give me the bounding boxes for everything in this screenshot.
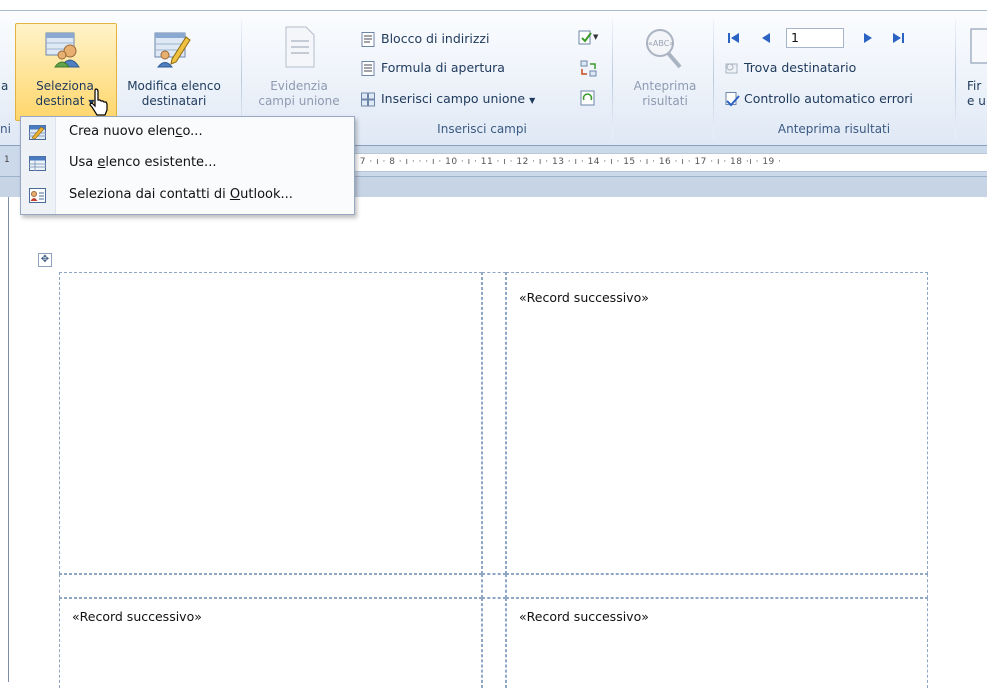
group-separator [713, 20, 714, 138]
select-recipients-icon [44, 29, 84, 69]
insert-merge-field-icon [361, 92, 375, 107]
label-cell[interactable] [59, 272, 482, 574]
find-recipient-button[interactable]: Trova destinatario [724, 57, 856, 79]
preview-results-button[interactable]: Anteprima risultati [620, 79, 710, 109]
greeting-line-button[interactable]: Formula di apertura [361, 57, 505, 79]
group-label-preview-results: Anteprima risultati [777, 122, 891, 136]
label-cell[interactable] [506, 272, 928, 574]
previous-record-icon[interactable] [760, 31, 772, 45]
update-labels-icon[interactable] [580, 90, 596, 106]
spacer-cell [482, 598, 506, 688]
address-block-icon [361, 32, 375, 47]
finish-merge-icon [966, 25, 987, 65]
match-fields-icon[interactable] [580, 60, 598, 78]
svg-text:«ABC»: «ABC» [648, 39, 674, 48]
merge-field-text: «Record successivo» [72, 609, 202, 624]
select-recipients-menu: Crea nuovo elenco... Usa elenco esistent… [20, 116, 355, 215]
highlight-merge-fields-icon [282, 25, 318, 69]
address-block-button[interactable]: Blocco di indirizzi [361, 28, 489, 50]
spacer-cell [59, 574, 482, 598]
last-record-icon[interactable] [891, 31, 905, 45]
truncated-group-label: ni [0, 122, 11, 136]
mouse-cursor-icon [88, 88, 110, 118]
edit-recipient-list-icon [152, 29, 192, 69]
svg-text:▼: ▼ [593, 33, 599, 41]
preview-results-icon: «ABC» [640, 27, 688, 71]
merge-field-text: «Record successivo» [519, 609, 649, 624]
insert-merge-field-button[interactable]: Inserisci campo unione ▼ [361, 88, 535, 110]
rules-icon[interactable]: ▼ [578, 30, 600, 46]
group-separator [612, 20, 613, 138]
ribbon-tab-strip [0, 0, 987, 11]
spacer-cell [482, 272, 506, 574]
spacer-cell [506, 574, 928, 598]
auto-check-errors-button[interactable]: Controllo automatico errori [724, 88, 913, 110]
ruler-left-mark: 1 [4, 155, 10, 165]
menu-item-new-list[interactable]: Crea nuovo elenco... [21, 121, 354, 145]
highlight-merge-fields-button[interactable]: Evidenzia campi unione [244, 79, 354, 109]
group-separator [955, 20, 956, 138]
spacer-cell [482, 574, 506, 598]
record-number-input[interactable]: 1 [786, 28, 844, 48]
dropdown-arrow-icon: ▼ [529, 96, 536, 105]
table-move-handle-icon[interactable]: ✥ [38, 253, 52, 267]
find-recipient-icon [724, 61, 738, 76]
new-list-icon [29, 125, 46, 140]
menu-item-existing-list[interactable]: Usa elenco esistente... [21, 152, 354, 176]
check-errors-icon [724, 92, 740, 107]
next-record-icon[interactable] [862, 31, 874, 45]
group-label-write-insert: Inserisci campi [437, 122, 527, 136]
first-record-icon[interactable] [727, 31, 741, 45]
outlook-contacts-icon [29, 188, 46, 203]
edit-recipient-list-button[interactable]: Modifica elenco destinatari [114, 79, 234, 109]
greeting-line-icon [361, 61, 375, 76]
truncated-label-top: a [1, 79, 9, 93]
finish-merge-button[interactable]: Fir e u [967, 79, 986, 109]
menu-item-outlook-contacts[interactable]: Seleziona dai contatti di Outlook... [21, 184, 354, 208]
existing-list-icon [29, 156, 46, 171]
merge-field-text: «Record successivo» [519, 290, 649, 305]
ruler-scale[interactable]: · ı · 7 · ı · 8 · ı · · · ı · 10 · ı · 1… [340, 153, 987, 172]
